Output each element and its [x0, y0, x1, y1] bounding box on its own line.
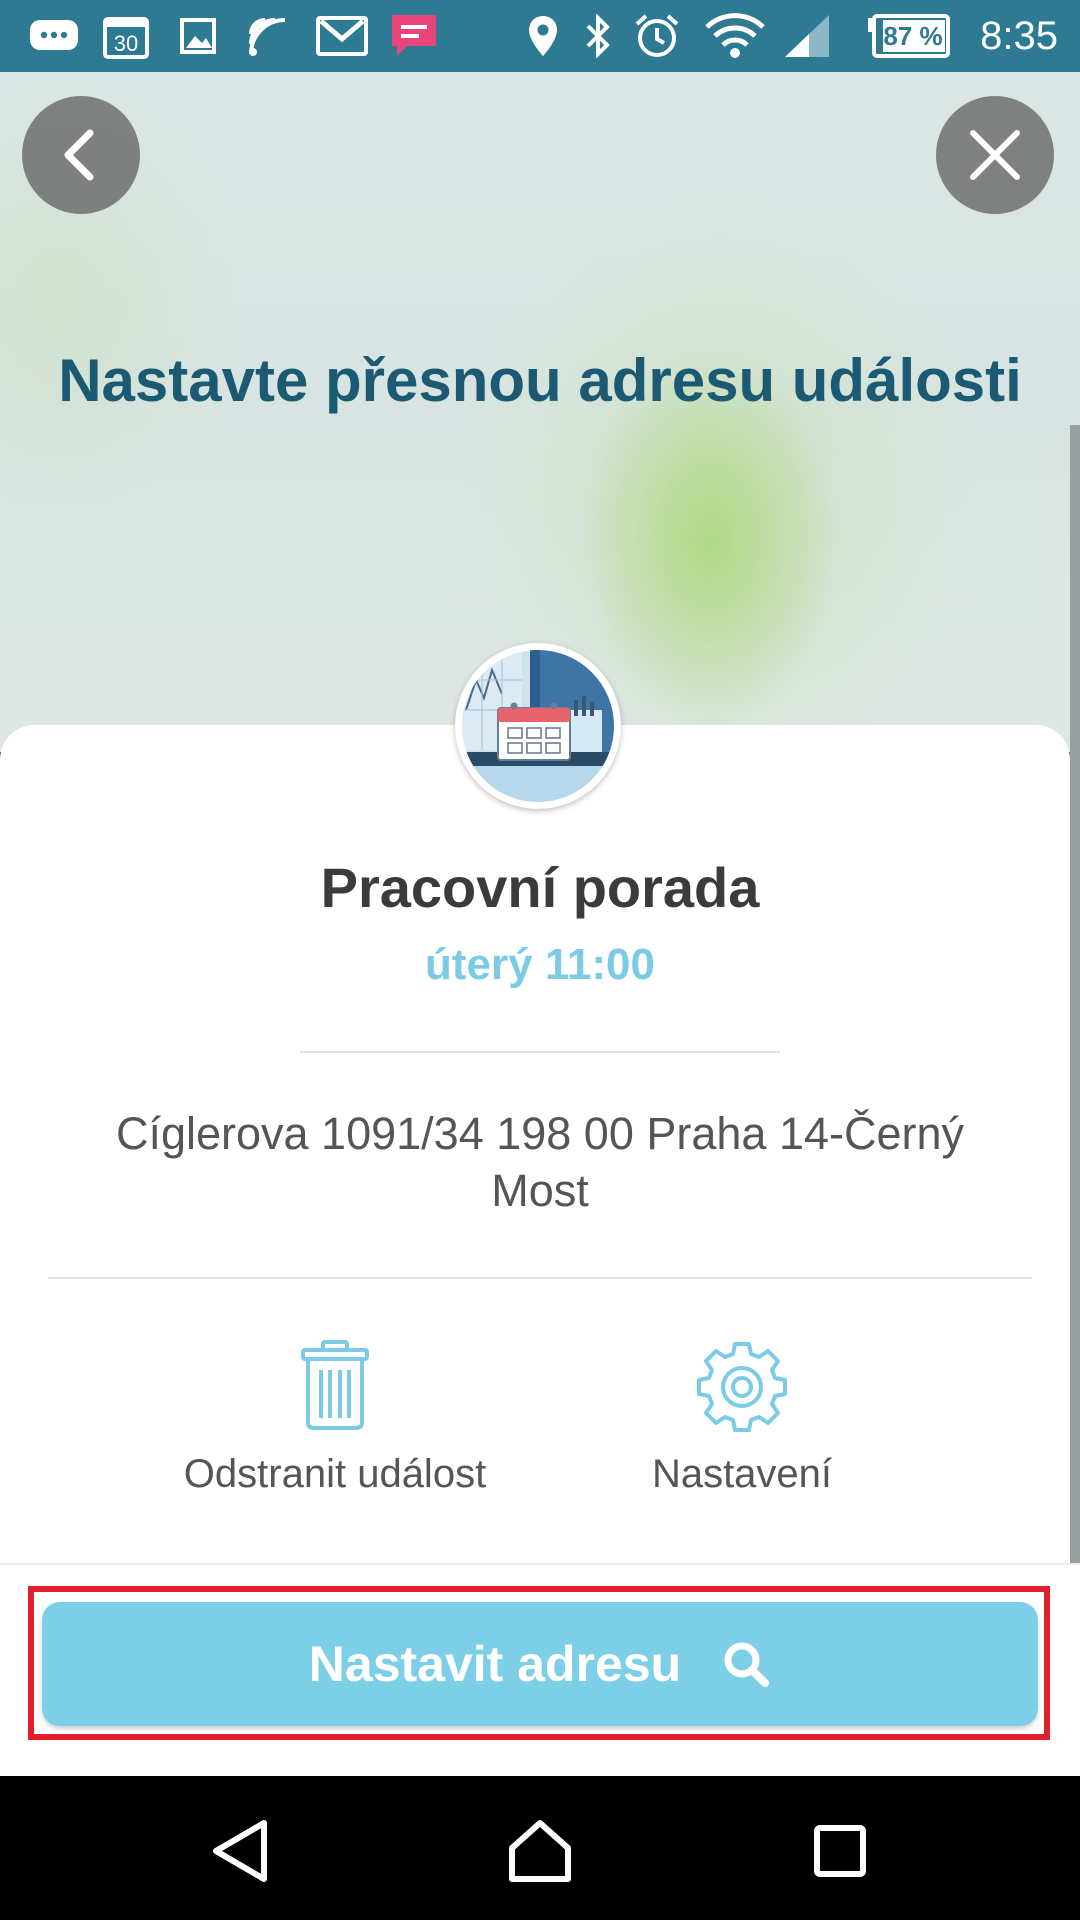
nav-back-button[interactable]	[195, 1806, 285, 1896]
event-title: Pracovní porada	[320, 856, 760, 919]
alarm-icon	[632, 12, 682, 60]
calendar-illustration-icon	[462, 650, 614, 802]
divider	[300, 1051, 780, 1053]
event-avatar	[455, 643, 621, 809]
signal-icon	[782, 12, 834, 60]
nav-recents-button[interactable]	[795, 1806, 885, 1896]
delete-event-button[interactable]: Odstranit událost	[135, 1340, 535, 1497]
scrollbar[interactable]	[1070, 425, 1080, 1565]
close-button[interactable]	[936, 96, 1054, 214]
set-address-button[interactable]: Nastavit adresu	[42, 1602, 1038, 1726]
status-bar: 30 87 % 8:35	[0, 0, 1080, 72]
gear-icon	[542, 1340, 942, 1432]
gmail-icon	[314, 12, 370, 60]
message-icon	[26, 12, 82, 60]
status-time: 8:35	[980, 14, 1058, 58]
page-title: Nastavte přesnou adresu události	[58, 347, 1022, 414]
navigation-bar	[0, 1776, 1080, 1920]
delete-event-label: Odstranit událost	[183, 1452, 487, 1496]
battery-percent: 87 %	[883, 20, 943, 51]
calendar-icon: 30	[100, 12, 152, 60]
square-recents-icon	[814, 1825, 866, 1877]
event-address: Cíglerova 1091/34 198 00 Praha 14-Černý …	[115, 1108, 965, 1216]
divider	[48, 1277, 1032, 1279]
settings-button[interactable]: Nastavení	[542, 1340, 942, 1497]
home-icon	[509, 1820, 571, 1882]
wifi-icon	[704, 12, 766, 60]
battery-icon: 87 %	[866, 12, 952, 60]
image-icon	[176, 12, 220, 60]
cast-icon	[244, 12, 296, 60]
location-icon	[524, 12, 562, 60]
set-address-label: Nastavit adresu	[308, 1636, 682, 1692]
close-icon	[970, 130, 1020, 180]
nav-home-button[interactable]	[495, 1806, 585, 1896]
event-time: úterý 11:00	[425, 940, 655, 989]
trash-icon	[135, 1340, 535, 1430]
chat-icon	[388, 12, 440, 60]
svg-text:30: 30	[114, 31, 138, 56]
back-button[interactable]	[22, 96, 140, 214]
chevron-left-icon	[64, 129, 94, 181]
bluetooth-icon	[580, 12, 616, 60]
search-icon	[721, 1639, 771, 1689]
settings-label: Nastavení	[651, 1452, 833, 1496]
triangle-back-icon	[213, 1820, 267, 1882]
